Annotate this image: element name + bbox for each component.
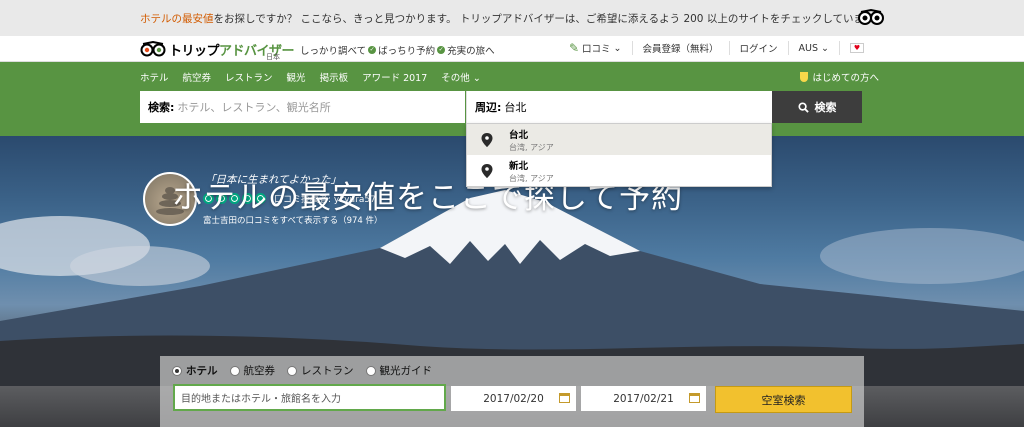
destination-input[interactable]: 目的地またはホテル・旅館名を入力 <box>173 384 446 411</box>
currency-label: AUS <box>798 42 819 54</box>
tab-guides[interactable]: 観光ガイド <box>365 363 433 378</box>
calendar-icon <box>559 393 570 403</box>
header-actions: ✎ 口コミ ⌄ 会員登録（無料） ログイン AUS ⌄ ♥ <box>559 41 874 55</box>
near-value: 台北 <box>504 101 527 114</box>
tagline-3: 充実の旅へ <box>447 46 495 57</box>
nav-item-restaurants[interactable]: レストラン <box>225 70 273 84</box>
search-placeholder: ホテル、レストラン、観光名所 <box>177 101 331 114</box>
chevron-down-icon: ⌄ <box>821 42 829 54</box>
radio-selected-icon <box>172 365 182 376</box>
nav-item-hotels[interactable]: ホテル <box>140 70 169 84</box>
map-pin-icon <box>481 132 493 147</box>
radio-icon <box>287 365 297 376</box>
suggestion-name: 新北 <box>509 160 529 172</box>
radio-icon <box>229 365 240 376</box>
main-nav: ホテル 航空券 レストラン 観光 掲示板 アワード 2017 その他 ⌄ はじめ… <box>0 62 1024 90</box>
tripadvisor-logo[interactable]: トリップアドバイザー 日本 <box>140 38 295 61</box>
tab-restaurants-label: レストラン <box>301 365 354 377</box>
owl-logo-icon <box>858 8 884 25</box>
nav-links: ホテル 航空券 レストラン 観光 掲示板 アワード 2017 その他 ⌄ <box>140 70 481 84</box>
search-label: 検索: <box>148 101 175 114</box>
site-header: トリップアドバイザー 日本 しっかり調べて ✓ ばっちり予約 ✓ 充実の旅へ ✎… <box>0 36 1024 62</box>
booking-tabs: ホテル 航空券 レストラン 観光ガイド <box>172 363 432 378</box>
tab-flights-label: 航空券 <box>243 365 276 377</box>
promo-text: をお探しですか？ ここなら、きっと見つかります。 トリップアドバイザーは、ご希望… <box>213 12 884 25</box>
availability-search-label: 空室検索 <box>761 393 806 407</box>
check-icon: ✓ <box>437 46 446 54</box>
register-link[interactable]: 会員登録（無料） <box>631 41 729 55</box>
tab-restaurants[interactable]: レストラン <box>287 363 354 378</box>
tab-flights[interactable]: 航空券 <box>229 363 276 378</box>
promo-highlight: ホテルの最安値 <box>140 12 214 25</box>
register-label: 会員登録（無料） <box>642 44 719 55</box>
login-link[interactable]: ログイン <box>728 41 788 55</box>
suggestion-text: 新北 台湾, アジア <box>509 158 554 184</box>
heart-icon: ♥ <box>850 43 864 53</box>
nav-item-more-label: その他 <box>441 73 470 84</box>
brand-name-green: アドバイザー <box>219 43 295 59</box>
tab-hotels[interactable]: ホテル <box>172 363 218 378</box>
search-button[interactable]: 検索 <box>772 91 862 123</box>
search-icon <box>797 101 809 113</box>
booking-panel: ホテル 航空券 レストラン 観光ガイド 目的地またはホテル・旅館名を入力 201… <box>160 356 864 427</box>
nav-item-more[interactable]: その他 ⌄ <box>441 70 481 84</box>
chevron-down-icon: ⌄ <box>613 42 622 54</box>
checkin-date[interactable]: 2017/02/20 <box>451 386 576 411</box>
radio-icon <box>365 365 376 376</box>
currency-selector[interactable]: AUS ⌄ <box>787 41 839 55</box>
tab-guides-label: 観光ガイド <box>379 365 433 377</box>
owl-icon <box>140 41 166 57</box>
search-input[interactable]: 検索: ホテル、レストラン、観光名所 <box>140 91 465 123</box>
search-button-label: 検索 <box>814 101 837 114</box>
login-label: ログイン <box>739 44 778 55</box>
checkin-value: 2017/02/20 <box>483 392 544 405</box>
pencil-icon: ✎ <box>568 41 580 55</box>
brand-sub: 日本 <box>266 53 280 61</box>
suggestion-item[interactable]: 台北 台湾, アジア <box>467 124 771 155</box>
tab-hotels-label: ホテル <box>186 365 218 377</box>
tagline: しっかり調べて ✓ ばっちり予約 ✓ 充実の旅へ <box>300 43 495 57</box>
near-label: 周辺: <box>475 101 502 114</box>
review-menu-label: 口コミ <box>582 44 611 55</box>
favorites-link[interactable]: ♥ <box>839 41 874 55</box>
nav-item-attractions[interactable]: 観光 <box>287 70 306 84</box>
suggestion-text: 台北 台湾, アジア <box>509 127 554 153</box>
chevron-down-icon: ⌄ <box>472 73 481 84</box>
check-icon: ✓ <box>368 46 377 54</box>
first-time-link[interactable]: はじめての方へ <box>800 70 879 84</box>
nav-item-awards[interactable]: アワード 2017 <box>362 70 427 84</box>
nav-item-flights[interactable]: 航空券 <box>183 70 212 84</box>
checkout-date[interactable]: 2017/02/21 <box>581 386 706 411</box>
near-input[interactable]: 周辺: 台北 <box>466 91 772 123</box>
brand-name-black: トリップ <box>169 43 220 59</box>
destination-placeholder: 目的地またはホテル・旅館名を入力 <box>181 394 341 405</box>
beginner-mark-icon <box>800 72 809 82</box>
tagline-1: しっかり調べて <box>300 46 367 57</box>
calendar-icon <box>689 393 700 403</box>
nav-item-forum[interactable]: 掲示板 <box>320 70 349 84</box>
map-pin-icon <box>481 163 493 178</box>
tagline-2: ばっちり予約 <box>378 46 436 57</box>
suggestion-item[interactable]: 新北 台湾, アジア <box>467 155 771 186</box>
availability-search-button[interactable]: 空室検索 <box>715 386 852 413</box>
first-time-label: はじめての方へ <box>812 73 879 84</box>
suggestion-region: 台湾, アジア <box>509 173 554 183</box>
checkout-value: 2017/02/21 <box>613 392 674 405</box>
review-menu[interactable]: ✎ 口コミ ⌄ <box>559 41 632 55</box>
suggestion-name: 台北 <box>509 129 529 141</box>
location-suggestions: 台北 台湾, アジア 新北 台湾, アジア <box>466 123 772 187</box>
promo-banner: ホテルの最安値 をお探しですか？ ここなら、きっと見つかります。 トリップアドバ… <box>0 0 1024 36</box>
suggestion-region: 台湾, アジア <box>509 142 554 152</box>
